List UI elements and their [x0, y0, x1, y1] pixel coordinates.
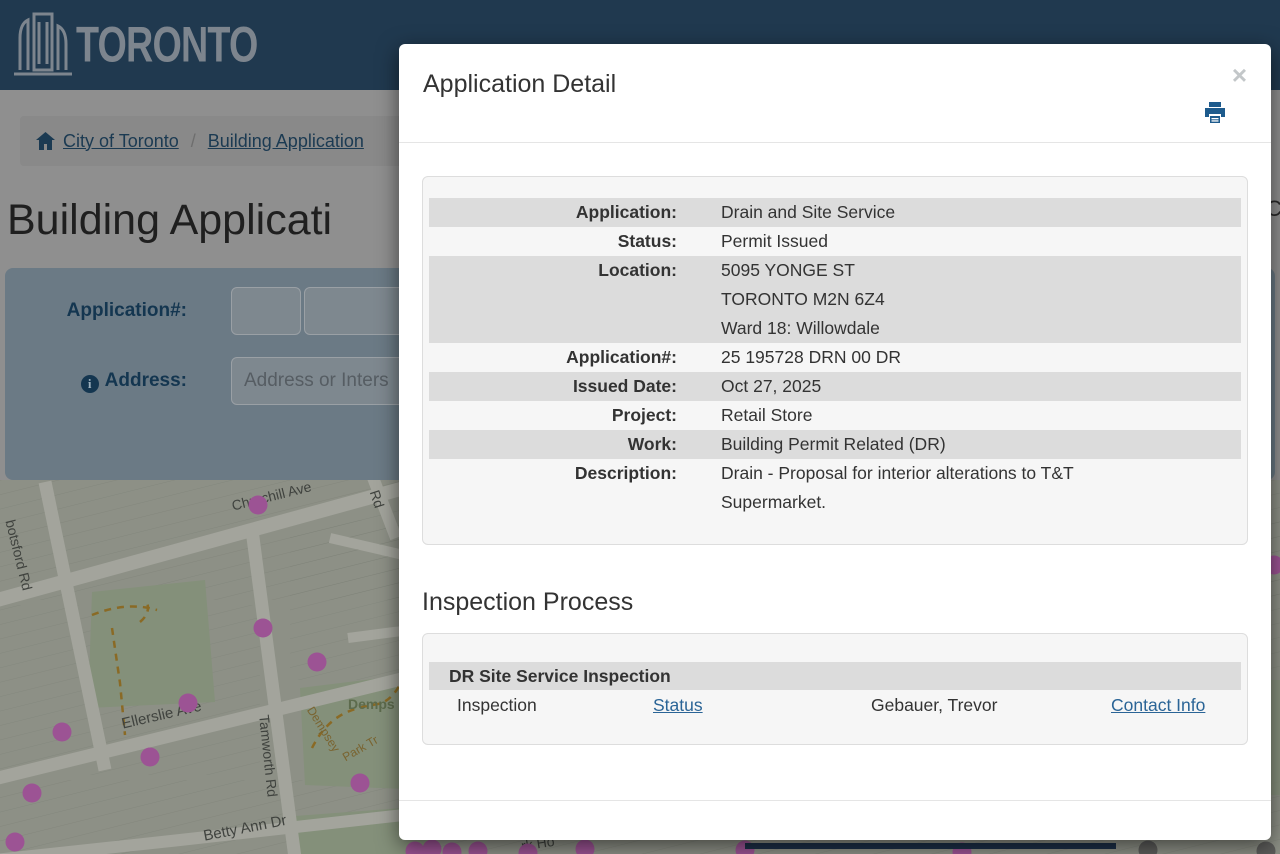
application-location-dot[interactable] [5, 832, 25, 852]
detail-row: Issued Date: Oct 27, 2025 [429, 372, 1241, 401]
application-number-label: Application#: [66, 300, 187, 321]
detail-label: Application#: [566, 347, 677, 367]
print-icon[interactable] [1203, 101, 1227, 128]
application-location-dot[interactable] [22, 783, 42, 803]
page-title: Building Applicati [7, 196, 333, 244]
street-label: Demps [348, 696, 395, 712]
detail-value: Permit Issued [721, 231, 828, 251]
detail-row: Application: Drain and Site Service [429, 198, 1241, 227]
detail-value: Oct 27, 2025 [721, 376, 822, 396]
breadcrumb-section-link[interactable]: Building Application [208, 131, 364, 152]
detail-row: Status: Permit Issued [429, 227, 1241, 256]
application-location-dot[interactable] [253, 618, 273, 638]
breadcrumb-separator: / [190, 130, 196, 151]
application-location-dot[interactable] [442, 842, 462, 854]
modal-footer [399, 800, 1271, 840]
modal-header: Application Detail × [399, 44, 1271, 143]
detail-label: Status: [617, 231, 677, 251]
application-location-dot[interactable] [178, 693, 198, 713]
detail-value: Drain and Site Service [721, 202, 896, 222]
application-location-dot[interactable] [575, 839, 595, 854]
application-location-dot[interactable] [422, 839, 442, 854]
application-location-dot[interactable] [307, 652, 327, 672]
inspection-status-link[interactable]: Status [653, 690, 703, 720]
detail-value: 25 195728 DRN 00 DR [721, 347, 901, 367]
detail-label: Location: [598, 260, 677, 280]
detail-value: Drain - Proposal for interior alteration… [721, 463, 1074, 512]
detail-value: Retail Store [721, 405, 813, 425]
map-dot-gray[interactable] [1256, 841, 1276, 854]
detail-row: Description: Drain - Proposal for interio… [429, 459, 1241, 517]
detail-row: Project: Retail Store [429, 401, 1241, 430]
detail-label: Project: [611, 405, 677, 425]
close-icon[interactable]: × [1232, 62, 1247, 88]
address-label: i Address: [5, 370, 187, 393]
inspection-panel: DR Site Service Inspection Inspection St… [422, 633, 1248, 745]
application-detail-table: Application: Drain and Site Service Status… [422, 176, 1248, 545]
detail-row: Application#: 25 195728 DRN 00 DR [429, 343, 1241, 372]
detail-value: Building Permit Related (DR) [721, 434, 946, 454]
inspection-group-header: DR Site Service Inspection [429, 662, 1241, 690]
info-icon[interactable]: i [80, 374, 99, 393]
detail-value: 5095 YONGE ST TORONTO M2N 6Z4 Ward 18: W… [721, 260, 885, 338]
application-location-dot[interactable] [468, 841, 488, 854]
application-location-dot[interactable] [350, 773, 370, 793]
application-number-prefix-input[interactable] [231, 287, 301, 335]
breadcrumb-home-link[interactable]: City of Toronto [63, 131, 179, 152]
application-detail-modal: Application Detail × Application: Drain a… [399, 44, 1271, 840]
application-location-dot[interactable] [248, 495, 268, 515]
modal-title: Application Detail [423, 70, 617, 98]
map-bottom-bar [745, 843, 1116, 849]
toronto-skyline-icon [12, 8, 74, 80]
logo-wordmark: TORONTO [76, 15, 258, 73]
detail-label: Description: [574, 463, 677, 483]
detail-row: Work: Building Permit Related (DR) [429, 430, 1241, 459]
home-icon [36, 132, 55, 150]
detail-row: Location: 5095 YONGE ST TORONTO M2N 6Z4 W… [429, 256, 1241, 343]
contact-info-link[interactable]: Contact Info [1111, 690, 1205, 720]
application-location-dot[interactable] [52, 722, 72, 742]
detail-label: Application: [575, 202, 677, 222]
application-location-dot[interactable] [140, 747, 160, 767]
inspection-process-heading: Inspection Process [422, 588, 634, 616]
detail-label: Work: [627, 434, 677, 454]
inspection-type: Inspection [457, 695, 537, 715]
toronto-logo: TORONTO [12, 8, 297, 80]
map-dot-gray[interactable] [1138, 840, 1158, 854]
inspection-row: Inspection Status Gebauer, Trevor Contac… [429, 690, 1241, 720]
inspector-name: Gebauer, Trevor [871, 695, 998, 715]
detail-label: Issued Date: [572, 376, 677, 396]
